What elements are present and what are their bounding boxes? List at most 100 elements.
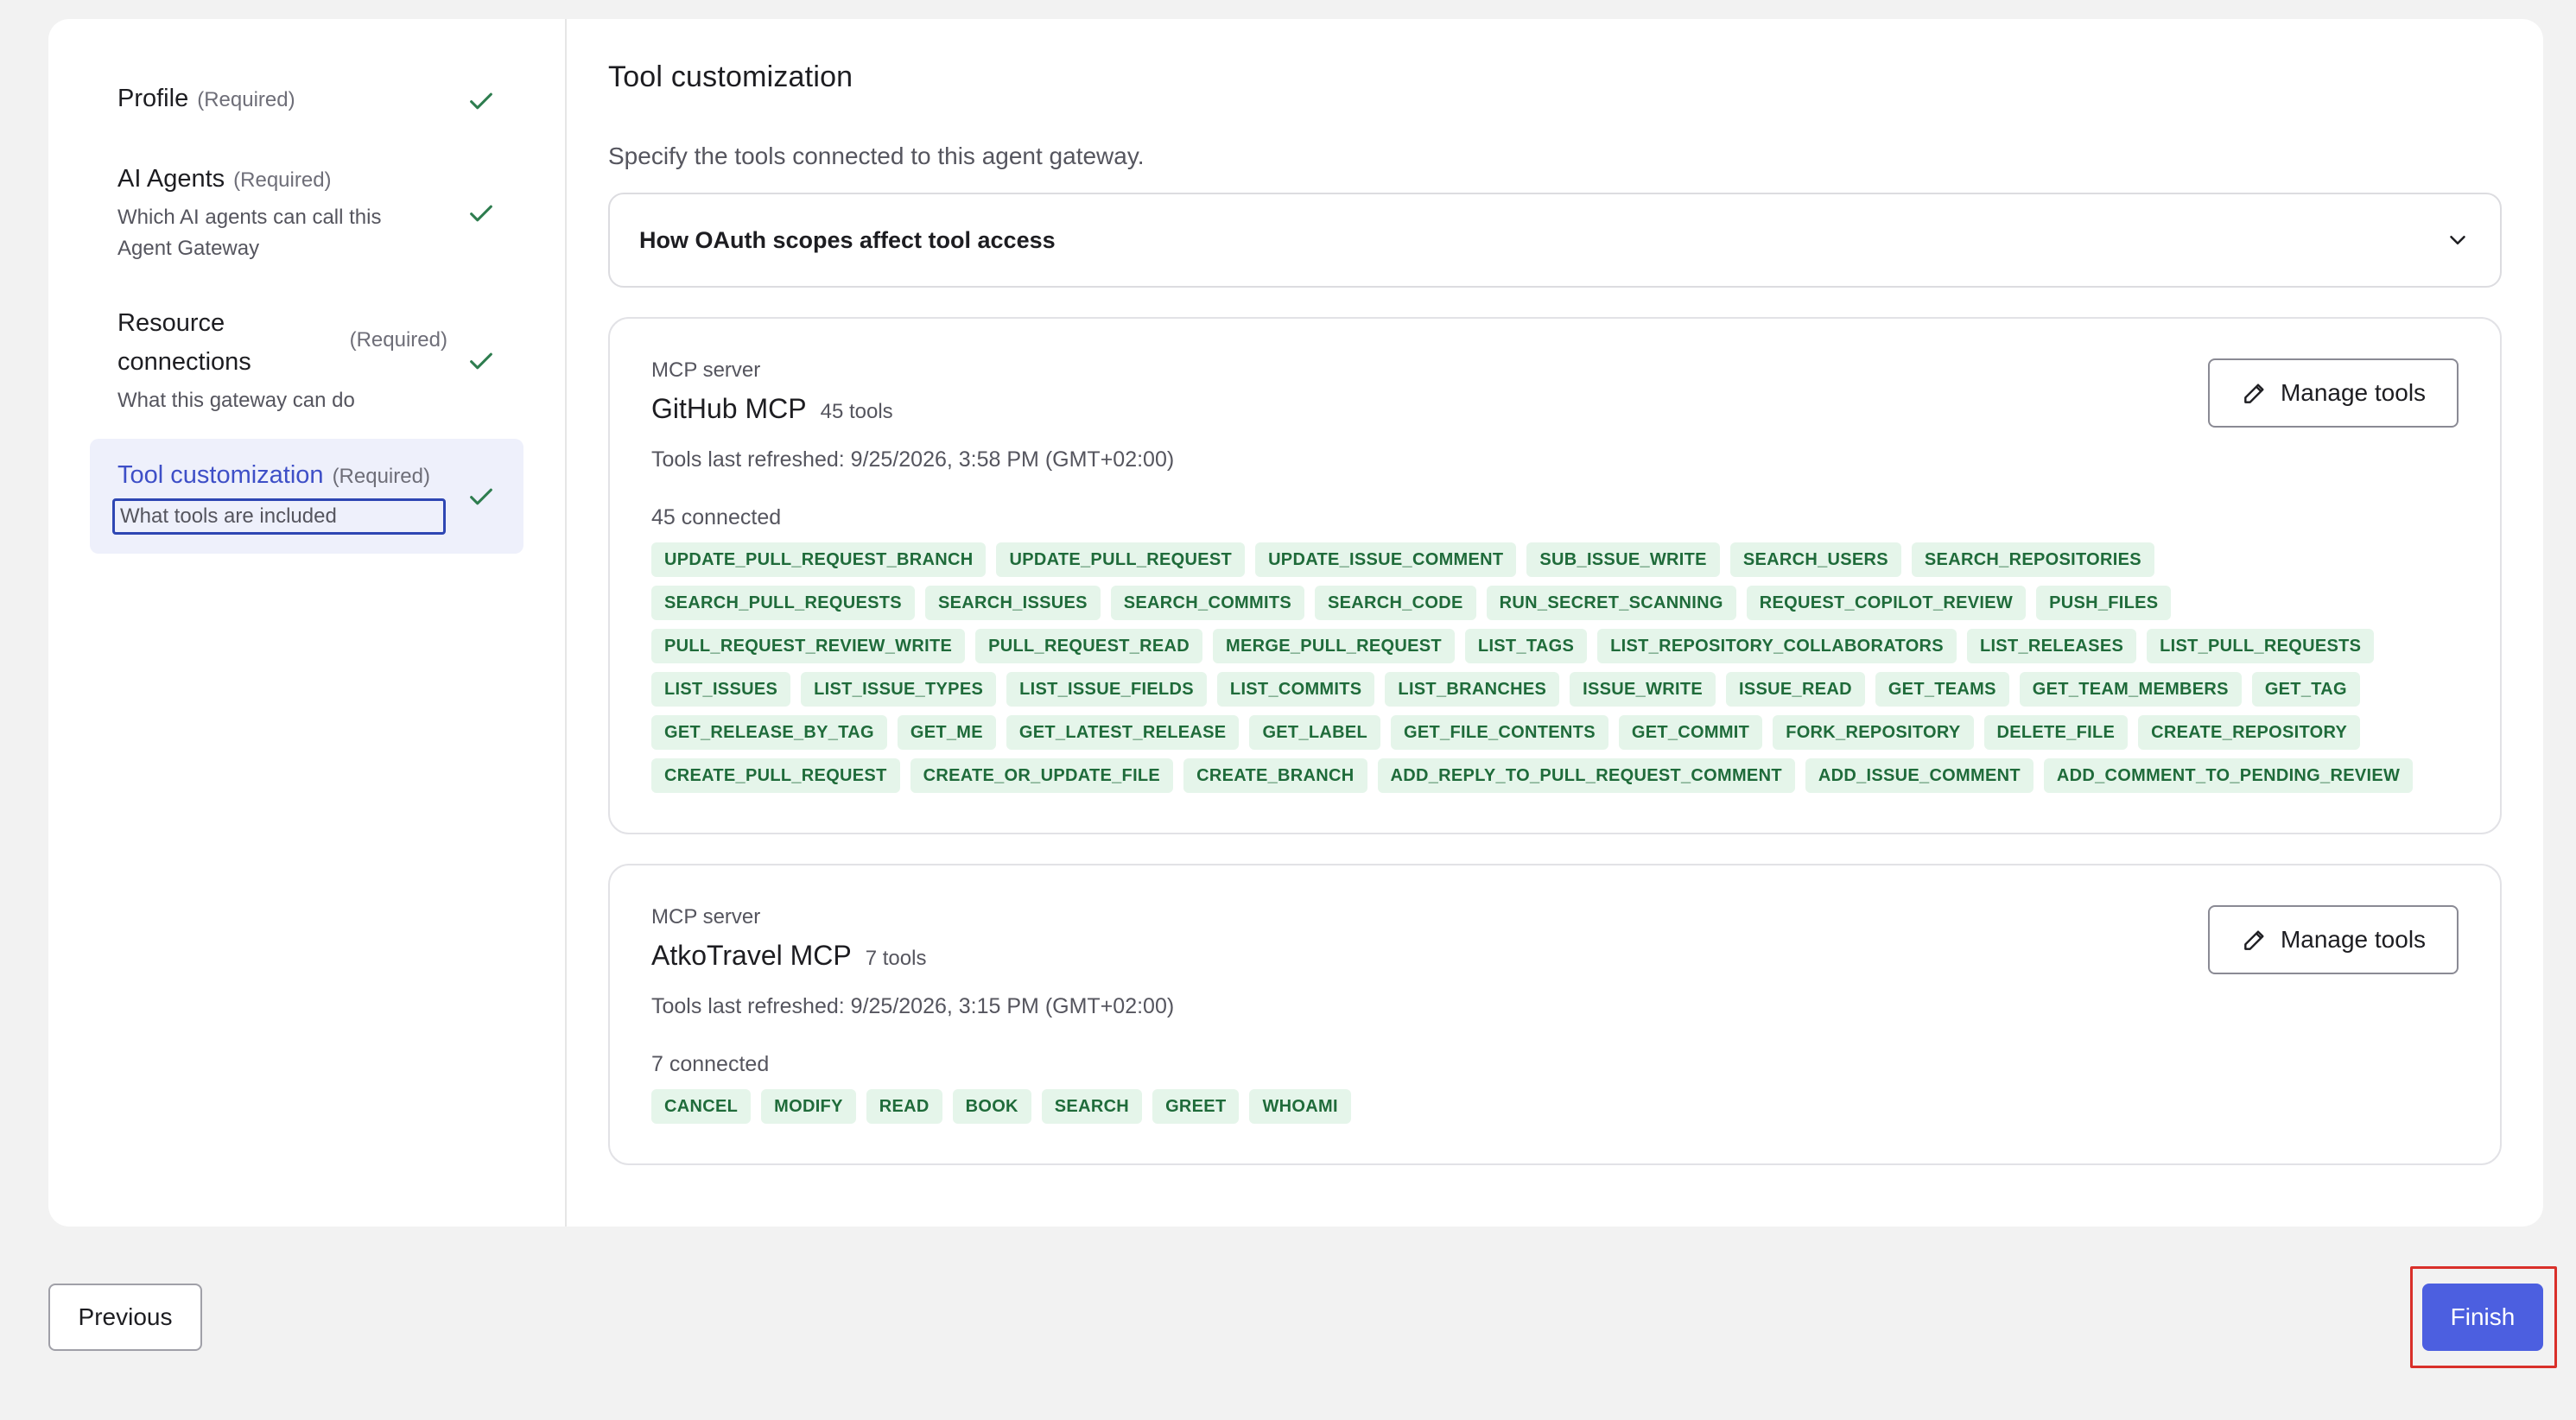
tool-chip: MERGE_PULL_REQUEST: [1213, 629, 1455, 663]
manage-tools-label: Manage tools: [2280, 926, 2427, 953]
mcp-server-github: MCP server GitHub MCP 45 tools Tools las…: [608, 317, 2502, 834]
tool-chip: SEARCH: [1041, 1089, 1143, 1124]
tool-chip: LIST_PULL_REQUESTS: [2147, 629, 2375, 663]
oauth-scopes-accordion[interactable]: How OAuth scopes affect tool access: [608, 193, 2502, 288]
tool-chip: CREATE_PULL_REQUEST: [651, 758, 900, 793]
tool-chip: GET_RELEASE_BY_TAG: [651, 715, 887, 750]
tool-chip: LIST_ISSUES: [651, 672, 791, 707]
server-kicker: MCP server: [651, 358, 761, 382]
tool-chip: SUB_ISSUE_WRITE: [1526, 542, 1720, 577]
server-tool-count: 45 tools: [820, 400, 893, 423]
step-title: Profile: [117, 85, 189, 112]
tool-chip: SEARCH_USERS: [1729, 542, 1901, 577]
tool-chip: DELETE_FILE: [1983, 715, 2129, 750]
tool-chip: GET_TAG: [2251, 672, 2360, 707]
page-subtitle: Specify the tools connected to this agen…: [608, 143, 1145, 169]
step-title: AI Agents: [117, 165, 225, 193]
tool-chip: GET_COMMIT: [1618, 715, 1763, 750]
tool-chip: LIST_BRANCHES: [1385, 672, 1560, 707]
tool-chip: ADD_ISSUE_COMMENT: [1805, 758, 2034, 793]
tool-chip: GET_LABEL: [1249, 715, 1381, 750]
previous-button[interactable]: Previous: [48, 1284, 202, 1351]
tool-chip: PULL_REQUEST_REVIEW_WRITE: [651, 629, 966, 663]
tool-chip: GET_TEAMS: [1875, 672, 2009, 707]
step-required: (Required): [332, 465, 430, 488]
main-content: Tool customization Specify the tools con…: [567, 19, 2543, 1227]
tool-chip-list: CANCEL MODIFY READ BOOK SEARCH GREET WHOAMI: [651, 1089, 2414, 1124]
tools-last-refreshed: Tools last refreshed: 9/25/2026, 3:15 PM…: [651, 994, 1175, 1018]
tool-chip: SEARCH_PULL_REQUESTS: [651, 586, 915, 620]
tool-chip: SEARCH_COMMITS: [1110, 586, 1304, 620]
step-required: (Required): [233, 168, 332, 192]
manage-tools-button[interactable]: Manage tools: [2208, 358, 2459, 428]
pencil-icon: [2244, 930, 2264, 950]
tool-chip: ISSUE_READ: [1726, 672, 1865, 707]
tool-chip: BOOK: [952, 1089, 1031, 1124]
tool-chip: PULL_REQUEST_READ: [975, 629, 1203, 663]
tool-chip: CREATE_REPOSITORY: [2138, 715, 2361, 750]
step-required: (Required): [349, 328, 447, 352]
tool-chip: ISSUE_WRITE: [1570, 672, 1716, 707]
step-title: Resource connections: [117, 309, 251, 376]
connected-count: 45 connected: [651, 505, 782, 529]
server-tool-count: 7 tools: [865, 947, 927, 970]
tool-chip: CREATE_OR_UPDATE_FILE: [910, 758, 1174, 793]
finish-button[interactable]: Finish: [2422, 1284, 2543, 1351]
tool-chip: LIST_COMMITS: [1216, 672, 1375, 707]
page-title: Tool customization: [608, 60, 853, 93]
step-tool-customization[interactable]: Tool customization (Required) What tools …: [90, 439, 523, 554]
tools-last-refreshed: Tools last refreshed: 9/25/2026, 3:58 PM…: [651, 447, 1175, 472]
tool-chip: UPDATE_PULL_REQUEST: [996, 542, 1246, 577]
server-name: GitHub MCP: [651, 393, 807, 424]
tool-chip: LIST_ISSUE_FIELDS: [1006, 672, 1207, 707]
step-description: What this gateway can do: [117, 389, 355, 412]
tool-chip: LIST_REPOSITORY_COLLABORATORS: [1597, 629, 1957, 663]
tool-chip: LIST_TAGS: [1464, 629, 1588, 663]
manage-tools-button[interactable]: Manage tools: [2208, 905, 2459, 974]
manage-tools-label: Manage tools: [2280, 379, 2427, 406]
chevron-down-icon: [2450, 236, 2465, 244]
check-icon: [470, 92, 492, 109]
tool-chip: RUN_SECRET_SCANNING: [1486, 586, 1736, 620]
tool-chip: PUSH_FILES: [2036, 586, 2172, 620]
tool-chip: LIST_RELEASES: [1966, 629, 2137, 663]
tool-chip: FORK_REPOSITORY: [1773, 715, 1974, 750]
check-icon: [470, 352, 492, 370]
check-icon: [470, 205, 492, 221]
tool-chip: GET_ME: [897, 715, 996, 750]
tool-chip: GET_TEAM_MEMBERS: [2019, 672, 2242, 707]
tool-chip: SEARCH_REPOSITORIES: [1911, 542, 2154, 577]
tool-chip: SEARCH_ISSUES: [924, 586, 1101, 620]
tool-chip: CANCEL: [651, 1089, 752, 1124]
pencil-icon: [2244, 384, 2264, 403]
accordion-title: How OAuth scopes affect tool access: [639, 226, 1056, 253]
tool-chip: SEARCH_CODE: [1315, 586, 1476, 620]
tool-chip: ADD_REPLY_TO_PULL_REQUEST_COMMENT: [1377, 758, 1795, 793]
step-resource-connections[interactable]: Resource connections (Required) What thi…: [90, 287, 523, 435]
tool-chip-list: UPDATE_PULL_REQUEST_BRANCH UPDATE_PULL_RE…: [651, 542, 2414, 793]
tool-chip: UPDATE_PULL_REQUEST_BRANCH: [651, 542, 987, 577]
tool-chip: UPDATE_ISSUE_COMMENT: [1255, 542, 1517, 577]
step-required: (Required): [197, 88, 295, 111]
tool-chip: READ: [866, 1089, 942, 1124]
mcp-server-atkotravel: MCP server AtkoTravel MCP 7 tools Tools …: [608, 864, 2502, 1165]
step-description: Which AI agents can call this Agent Gate…: [117, 206, 382, 260]
tool-chip: ADD_COMMENT_TO_PENDING_REVIEW: [2043, 758, 2414, 793]
step-profile[interactable]: Profile (Required): [90, 62, 523, 139]
tool-chip: WHOAMI: [1249, 1089, 1351, 1124]
tool-chip: CREATE_BRANCH: [1183, 758, 1367, 793]
tool-chip: MODIFY: [761, 1089, 856, 1124]
step-description: What tools are included: [112, 498, 446, 535]
tool-chip: GET_LATEST_RELEASE: [1006, 715, 1240, 750]
tool-chip: GET_FILE_CONTENTS: [1391, 715, 1608, 750]
check-icon: [470, 488, 492, 504]
step-ai-agents[interactable]: AI Agents (Required) Which AI agents can …: [90, 143, 523, 283]
step-title: Tool customization: [117, 461, 324, 489]
tool-chip: REQUEST_COPILOT_REVIEW: [1746, 586, 2027, 620]
wizard-card: Profile (Required) AI Agents (Required) Wh…: [48, 19, 2543, 1227]
server-kicker: MCP server: [651, 905, 761, 929]
tool-chip: GREET: [1152, 1089, 1240, 1124]
connected-count: 7 connected: [651, 1052, 770, 1076]
server-name: AtkoTravel MCP: [651, 940, 852, 971]
steps-sidebar: Profile (Required) AI Agents (Required) Wh…: [48, 19, 567, 1227]
